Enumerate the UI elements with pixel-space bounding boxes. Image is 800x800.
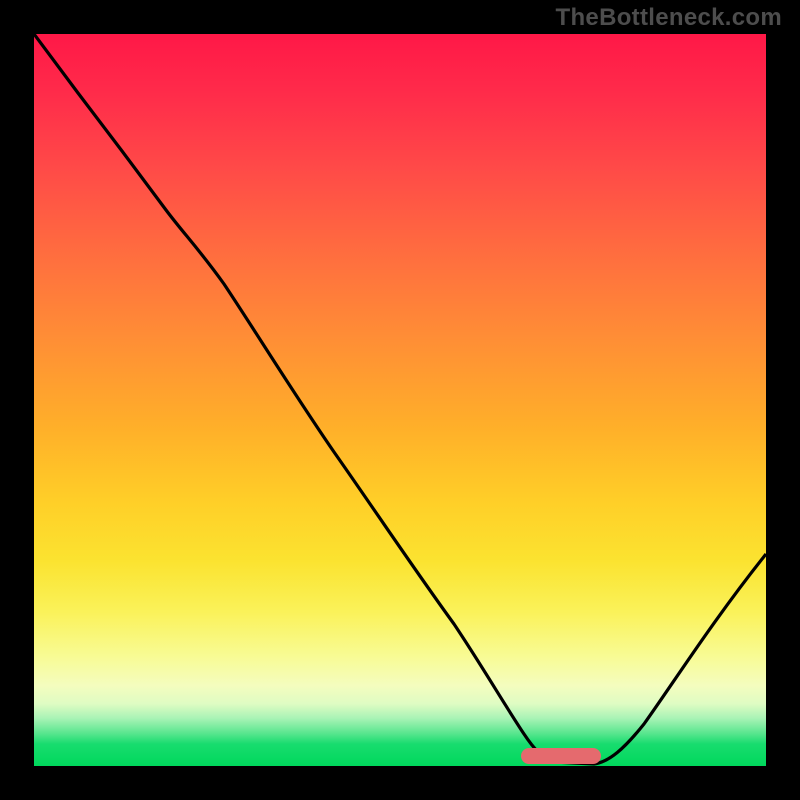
optimum-marker [521,748,601,764]
watermark: TheBottleneck.com [556,4,782,32]
plot-area [30,30,770,770]
chart-container: TheBottleneck.com [0,0,800,800]
bottleneck-curve-path [34,34,766,764]
curve-layer [34,34,766,766]
